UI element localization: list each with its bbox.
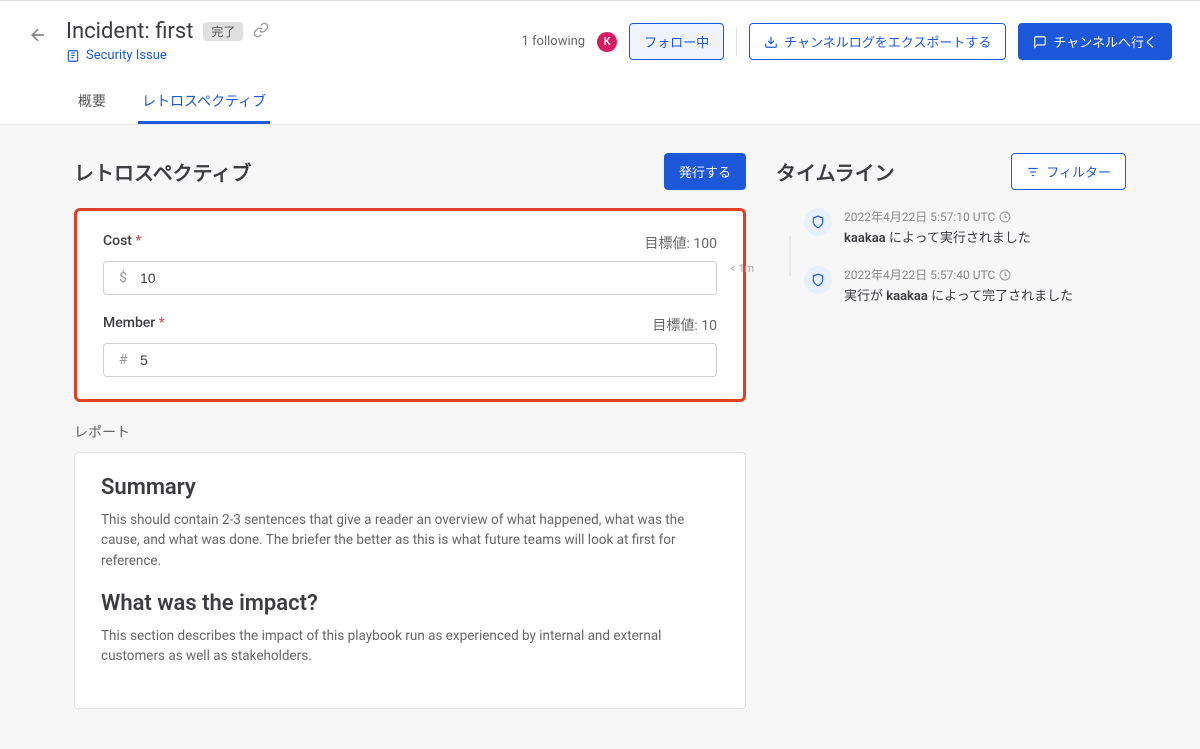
timeline-connector <box>789 236 791 276</box>
retrospective-heading: レトロスペクティブ <box>74 157 251 186</box>
playbook-name: Security Issue <box>86 48 167 63</box>
follow-button[interactable]: フォロー中 <box>629 23 724 60</box>
required-mark: * <box>159 315 165 331</box>
impact-heading: What was the impact? <box>101 591 719 616</box>
tab-overview[interactable]: 概要 <box>74 81 110 124</box>
following-count: 1 following <box>522 34 586 49</box>
member-input-wrap[interactable]: # <box>103 343 717 377</box>
tab-retrospective[interactable]: レトロスペクティブ <box>138 81 270 124</box>
cost-target: 目標値: 100 <box>645 233 717 253</box>
cost-input-wrap[interactable]: $ <box>103 261 717 295</box>
dollar-icon: $ <box>116 270 130 286</box>
member-label: Member <box>103 315 155 331</box>
required-mark: * <box>135 233 141 249</box>
timeline-timestamp: 2022年4月22日 5:57:10 UTC <box>844 208 1126 225</box>
report-card[interactable]: Summary This should contain 2-3 sentence… <box>74 452 746 709</box>
publish-button[interactable]: 発行する <box>664 153 746 190</box>
metrics-box: Cost * 目標値: 100 $ Member * 目標値: 10 # <box>74 208 746 402</box>
playbook-link[interactable]: Security Issue <box>66 48 522 63</box>
timeline-text: 実行が kaakaa によって完了されました <box>844 285 1126 304</box>
status-badge: 完了 <box>203 22 243 41</box>
cost-input[interactable] <box>140 270 704 286</box>
member-input[interactable] <box>140 352 704 368</box>
export-log-button[interactable]: チャンネルログをエクスポートする <box>749 23 1006 60</box>
member-target: 目標値: 10 <box>652 315 717 335</box>
back-button[interactable] <box>28 25 48 49</box>
timeline-text: kaakaa によって実行されました <box>844 227 1126 246</box>
timeline-item: 2022年4月22日 5:57:40 UTC 実行が kaakaa によって完了… <box>804 266 1126 304</box>
summary-text: This should contain 2-3 sentences that g… <box>101 510 719 571</box>
timeline-duration: < 1m <box>730 262 754 275</box>
impact-text: This section describes the impact of thi… <box>101 626 719 667</box>
filter-button[interactable]: フィルター <box>1011 153 1126 190</box>
timeline-item: 2022年4月22日 5:57:10 UTC kaakaa によって実行されまし… <box>804 208 1126 246</box>
cost-label: Cost <box>103 233 132 249</box>
avatar[interactable]: K <box>597 32 617 52</box>
shield-icon <box>804 266 832 294</box>
divider <box>736 28 737 56</box>
timeline-heading: タイムライン <box>776 157 895 186</box>
summary-heading: Summary <box>101 475 719 500</box>
page-title: Incident: first <box>66 19 193 44</box>
shield-icon <box>804 208 832 236</box>
timeline-timestamp: 2022年4月22日 5:57:40 UTC <box>844 266 1126 283</box>
link-icon[interactable] <box>253 22 269 42</box>
report-label: レポート <box>74 422 746 442</box>
hash-icon: # <box>116 352 130 368</box>
go-to-channel-button[interactable]: チャンネルへ行く <box>1018 23 1172 60</box>
